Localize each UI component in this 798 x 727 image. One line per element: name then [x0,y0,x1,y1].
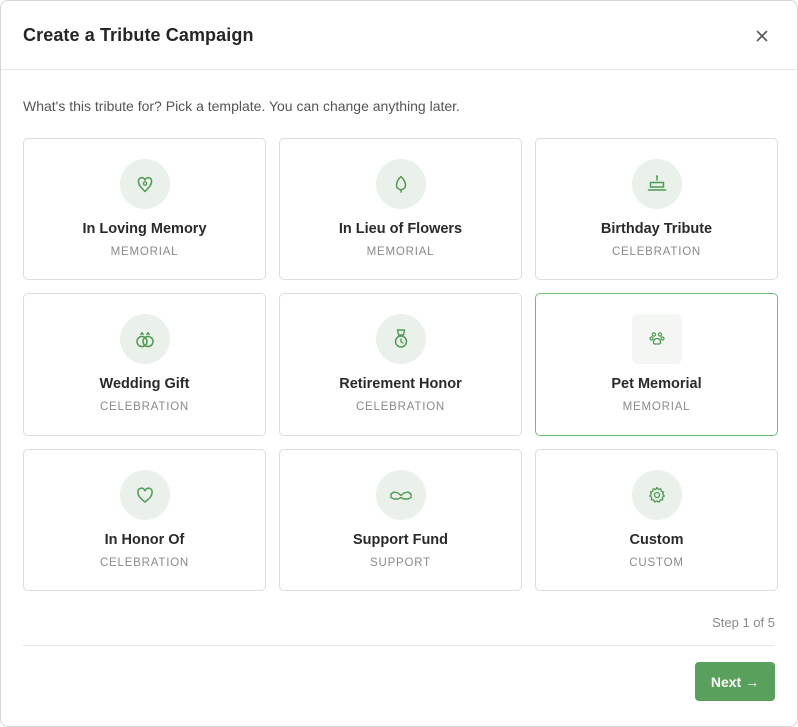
modal-header: Create a Tribute Campaign [1,1,797,70]
handshake-icon [389,491,412,500]
icon-badge [631,314,682,364]
template-title: Pet Memorial [611,376,702,392]
template-category: CELEBRATION [355,401,446,413]
template-category: CELEBRATION [99,557,190,569]
template-grid: In Loving Memory MEMORIAL In Lieu of Flo… [23,138,778,591]
template-title: Retirement Honor [339,376,462,392]
heart-icon [136,487,153,503]
template-card-in-lieu-of-flowers[interactable]: In Lieu of Flowers MEMORIAL [279,138,522,280]
template-card-retirement-honor[interactable]: Retirement Honor CELEBRATION [279,293,522,436]
template-category: CELEBRATION [611,246,702,258]
icon-badge [119,159,170,209]
modal-subtitle: What's this tribute for? Pick a template… [23,98,460,114]
cake-icon [647,175,666,191]
icon-badge [375,314,426,364]
template-card-in-honor-of[interactable]: In Honor Of CELEBRATION [23,449,266,591]
rings-icon [135,331,154,348]
template-card-birthday-tribute[interactable]: Birthday Tribute CELEBRATION [535,138,778,280]
template-card-in-loving-memory[interactable]: In Loving Memory MEMORIAL [23,138,266,280]
close-icon [756,30,768,42]
icon-badge [119,470,170,520]
template-card-support-fund[interactable]: Support Fund SUPPORT [279,449,522,591]
modal-title: Create a Tribute Campaign [23,25,254,45]
template-title: Support Fund [352,532,449,548]
gear-icon [648,486,665,503]
template-title: In Lieu of Flowers [338,221,463,237]
step-indicator: Step 1 of 5 [712,615,775,630]
template-title: Custom [629,532,684,548]
icon-badge [375,159,426,209]
template-category: MEMORIAL [622,401,691,413]
template-category: SUPPORT [370,557,431,569]
template-category: CUSTOM [629,557,684,569]
create-tribute-modal: Create a Tribute Campaign What's this tr… [0,0,798,727]
template-title: Birthday Tribute [600,221,713,237]
medal-icon [394,329,407,348]
leaf-icon [395,175,406,193]
template-category: CELEBRATION [99,401,190,413]
template-title: Wedding Gift [99,376,190,392]
icon-badge [119,314,170,364]
paw-icon [648,332,665,345]
template-title: In Loving Memory [82,221,207,237]
icon-badge [375,470,426,520]
template-category: MEMORIAL [110,246,179,258]
template-card-wedding-gift[interactable]: Wedding Gift CELEBRATION [23,293,266,436]
template-card-pet-memorial[interactable]: Pet Memorial MEMORIAL [535,293,778,436]
footer-divider [23,645,775,646]
next-button[interactable]: Next → [695,662,775,701]
template-category: MEMORIAL [366,246,435,258]
template-card-custom[interactable]: Custom CUSTOM [535,449,778,591]
icon-badge [631,159,682,209]
template-title: In Honor Of [104,532,185,548]
icon-badge [631,470,682,520]
heart-pin-icon [137,176,152,193]
close-button[interactable] [751,25,773,47]
